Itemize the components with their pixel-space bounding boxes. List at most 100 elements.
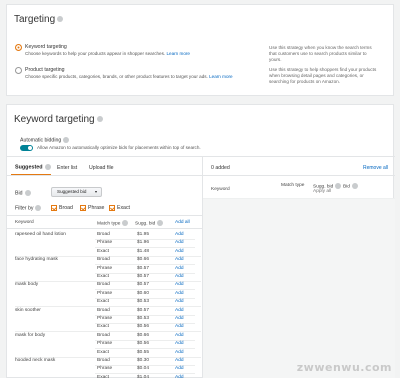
info-icon xyxy=(96,116,103,123)
automatic-bidding-label: Automatic bidding xyxy=(20,137,70,143)
remove-all-link[interactable]: Remove all xyxy=(363,165,388,171)
automatic-bidding-desc: Allow Amazon to automatically optimize b… xyxy=(37,145,201,150)
add-keyword-link[interactable]: Add xyxy=(175,240,184,245)
added-panel: 0 added Remove all Keyword Match type Su… xyxy=(203,156,395,378)
keyword-targeting-radio[interactable] xyxy=(15,44,22,51)
info-icon xyxy=(44,164,51,170)
match-type-cell: Phrase xyxy=(97,290,113,296)
match-type-cell: Phrase xyxy=(97,240,113,246)
keyword-cell: skin soother xyxy=(15,307,41,313)
chevron-down-icon: ▾ xyxy=(94,189,97,194)
info-icon xyxy=(122,220,129,226)
filter-by-label-text: Filter by xyxy=(15,205,34,212)
suggested-bid-cell: $0.56 xyxy=(137,341,150,347)
added-bid-header-text: Bid xyxy=(343,184,350,190)
add-keyword-link[interactable]: Add xyxy=(175,324,184,329)
match-type-cell: Exact xyxy=(97,324,109,330)
targeting-title: Targeting xyxy=(14,14,64,25)
keyword-cell: rapeseed oil hand lotion xyxy=(15,232,66,237)
suggested-bid-cell: $0.04 xyxy=(137,366,150,372)
add-all-link[interactable]: Add all xyxy=(175,220,190,225)
automatic-bidding-toggle[interactable] xyxy=(20,145,33,151)
keyword-learn-more-link[interactable]: Learn more xyxy=(166,51,190,56)
watermark: zwwenwu.com xyxy=(296,361,392,374)
add-keyword-link[interactable]: Add xyxy=(175,249,184,254)
product-targeting-radio[interactable] xyxy=(15,67,22,74)
tab-suggested-label: Suggested xyxy=(15,164,43,171)
tabs-divider xyxy=(7,175,202,176)
added-empty-area xyxy=(203,199,395,378)
strategy-note-line: yours. xyxy=(269,57,282,62)
add-keyword-link[interactable]: Add xyxy=(175,282,184,287)
suggested-bid-cell: $1.95 xyxy=(137,232,150,237)
filter-broad-checkbox[interactable] xyxy=(51,205,57,211)
info-icon xyxy=(24,190,31,196)
suggested-bid-cell: $0.53 xyxy=(137,299,150,305)
add-keyword-link[interactable]: Add xyxy=(175,341,184,346)
tab-enter-list[interactable]: Enter list xyxy=(57,165,77,171)
strategy-note-line: searching for products on Amazon. xyxy=(269,79,340,84)
product-learn-more-link[interactable]: Learn more xyxy=(209,74,233,79)
suggested-bid-cell: $0.57 xyxy=(137,274,150,279)
apply-all-link[interactable]: Apply all xyxy=(313,189,331,194)
bid-select-value: Suggested bid xyxy=(57,189,87,194)
filter-by-label: Filter by xyxy=(15,205,42,212)
product-targeting-desc: Choose specific products, categories, br… xyxy=(25,74,250,80)
match-type-cell: Phrase xyxy=(97,341,113,347)
targeting-card: Targeting Keyword targeting Choose keywo… xyxy=(6,4,394,96)
add-keyword-link[interactable]: Add xyxy=(175,333,184,338)
col-keyword-header: Keyword xyxy=(15,220,34,225)
keyword-cell: mask body xyxy=(15,282,39,288)
info-icon xyxy=(63,137,70,143)
add-keyword-link[interactable]: Add xyxy=(175,274,184,279)
add-keyword-link[interactable]: Add xyxy=(175,308,184,313)
suggested-bid-cell: $0.66 xyxy=(137,257,150,263)
suggested-bid-cell: $0.57 xyxy=(137,282,150,288)
add-keyword-link[interactable]: Add xyxy=(175,366,184,371)
added-divider xyxy=(203,175,395,176)
info-icon xyxy=(57,16,64,23)
suggested-bid-cell: $0.30 xyxy=(137,358,150,363)
suggested-bid-cell: $1.48 xyxy=(137,248,150,254)
added-keyword-header: Keyword xyxy=(211,187,230,192)
add-keyword-link[interactable]: Add xyxy=(175,299,184,304)
filter-phrase-checkbox[interactable] xyxy=(80,205,86,211)
add-keyword-link[interactable]: Add xyxy=(175,316,184,321)
match-type-cell: Exact xyxy=(97,248,109,254)
keyword-cell: mask for body xyxy=(15,332,46,338)
keyword-targeting-label[interactable]: Keyword targeting xyxy=(25,44,67,50)
suggested-bid-cell: $0.60 xyxy=(137,290,150,296)
keyword-targeting-desc: Choose keywords to help your products ap… xyxy=(25,51,190,57)
col-sugg-header: Sugg. bid xyxy=(135,220,164,227)
added-bid-header: Bid xyxy=(343,183,358,189)
keyword-targeting-title-text: Keyword targeting xyxy=(14,114,95,125)
match-type-cell: Exact xyxy=(97,349,109,355)
filter-broad-label[interactable]: Broad xyxy=(59,205,73,211)
bid-select[interactable]: Suggested bid ▾ xyxy=(51,187,102,197)
info-icon xyxy=(35,205,42,211)
tab-upload-file[interactable]: Upload file xyxy=(89,165,114,171)
filter-exact-label[interactable]: Exact xyxy=(117,205,130,211)
suggested-bid-cell: $0.57 xyxy=(137,307,150,313)
add-keyword-link[interactable]: Add xyxy=(175,257,184,262)
tab-suggested[interactable]: Suggested xyxy=(15,164,51,170)
add-keyword-link[interactable]: Add xyxy=(175,232,184,237)
filter-exact-checkbox[interactable] xyxy=(109,205,115,211)
table-header-bottom-line xyxy=(7,228,202,229)
add-keyword-link[interactable]: Add xyxy=(175,291,184,296)
filter-phrase-label[interactable]: Phrase xyxy=(88,205,104,211)
add-keyword-link[interactable]: Add xyxy=(175,350,184,355)
info-icon xyxy=(157,220,164,226)
add-keyword-link[interactable]: Add xyxy=(175,266,184,271)
targeting-title-text: Targeting xyxy=(14,14,56,25)
match-type-cell: Phrase xyxy=(97,366,113,372)
bid-label-text: Bid xyxy=(15,190,23,197)
suggested-bid-cell: $0.57 xyxy=(137,265,150,271)
product-targeting-label[interactable]: Product targeting xyxy=(25,67,65,73)
col-sugg-header-text: Sugg. bid xyxy=(135,221,156,227)
added-match-header-text: Match type xyxy=(281,183,305,188)
match-type-cell: Broad xyxy=(97,307,110,313)
add-keyword-link[interactable]: Add xyxy=(175,358,184,363)
suggested-bid-cell: $0.53 xyxy=(137,316,150,321)
suggested-bid-cell: $0.56 xyxy=(137,324,150,330)
